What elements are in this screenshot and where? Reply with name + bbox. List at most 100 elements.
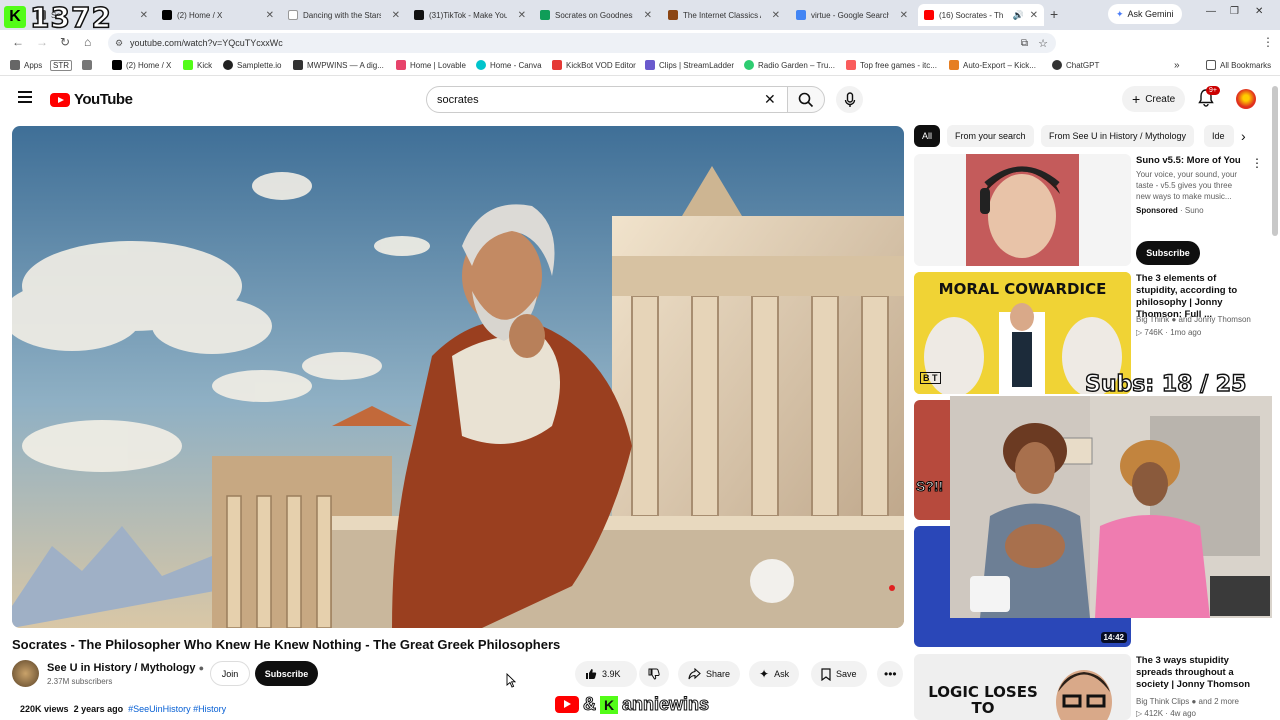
create-button[interactable]: + Create xyxy=(1122,86,1186,112)
account-avatar[interactable] xyxy=(1236,89,1256,109)
chip-ideas[interactable]: Ide xyxy=(1204,125,1234,147)
join-button[interactable]: Join xyxy=(210,661,250,686)
bookmark-chatgpt[interactable]: ChatGPT xyxy=(1052,60,1099,70)
bookmark-str[interactable]: STR xyxy=(50,60,72,71)
big-think-badge: B T xyxy=(920,372,941,384)
verified-check-icon: ● xyxy=(1191,697,1197,706)
search-input[interactable]: socrates xyxy=(426,86,788,113)
home-icon[interactable]: ⌂ xyxy=(84,35,91,49)
close-tab-icon[interactable]: ✕ xyxy=(140,10,148,21)
share-button[interactable]: Share xyxy=(678,661,741,687)
close-tab-icon[interactable]: ✕ xyxy=(392,10,400,21)
chip-from-your-search[interactable]: From your search xyxy=(947,125,1034,147)
forward-icon[interactable]: → xyxy=(36,35,48,49)
bookmark-kickbot[interactable]: KickBot VOD Editor xyxy=(552,60,636,70)
radio-garden-icon xyxy=(744,60,754,70)
browser-tab[interactable]: (2) Home / X ✕ xyxy=(156,4,280,26)
ask-button[interactable]: ✦ Ask xyxy=(749,661,800,687)
close-tab-icon[interactable]: ✕ xyxy=(1030,10,1038,21)
subscribe-button[interactable]: Subscribe xyxy=(255,661,318,686)
browser-tab[interactable]: virtue - Google Search ✕ xyxy=(790,4,914,26)
chatgpt-icon xyxy=(1052,60,1062,70)
youtube-logo[interactable]: YouTube xyxy=(50,91,133,108)
canva-icon xyxy=(476,60,486,70)
bookmark-star-icon[interactable]: ☆ xyxy=(1038,37,1048,50)
ask-gemini-button[interactable]: ✦ Ask Gemini xyxy=(1108,4,1182,24)
bookmark-mwpwins[interactable]: MWPWINS — A dig... xyxy=(293,60,384,70)
reload-icon[interactable]: ↻ xyxy=(60,35,70,49)
voice-search-button[interactable] xyxy=(836,86,863,113)
all-bookmarks[interactable]: All Bookmarks xyxy=(1206,60,1271,70)
video-title[interactable]: The 3 ways stupidity spreads throughout … xyxy=(1136,655,1260,691)
channel-line[interactable]: Big Think Clips ● and 2 more xyxy=(1136,696,1239,707)
browser-tab[interactable]: Socrates on Goodness ✕ xyxy=(534,4,658,26)
clear-search-icon[interactable]: ✕ xyxy=(764,91,776,108)
ad-subscribe-button[interactable]: Subscribe xyxy=(1136,241,1200,265)
duration-badge: 14:42 xyxy=(1100,632,1127,643)
views-line: ▷ 746K · 1mo ago xyxy=(1136,328,1202,337)
channel-avatar[interactable] xyxy=(12,660,39,687)
mouse-cursor-icon xyxy=(506,673,516,688)
video-player[interactable] xyxy=(12,126,904,628)
browser-tab[interactable]: (31)TikTok - Make Your ✕ xyxy=(408,4,532,26)
itch-icon xyxy=(846,60,856,70)
browser-menu-icon[interactable]: ⋮ xyxy=(1262,35,1274,49)
url-field[interactable]: ⚙ youtube.com/watch?v=YQcuTYcxxWc ⧉ ☆ xyxy=(108,33,1056,53)
ad-thumbnail[interactable] xyxy=(914,154,1131,266)
close-tab-icon[interactable]: ✕ xyxy=(900,10,908,21)
back-icon[interactable]: ← xyxy=(12,35,24,49)
bookmark-lovable[interactable]: Home | Lovable xyxy=(396,60,466,70)
search-button[interactable] xyxy=(787,86,825,113)
speaker-icon[interactable]: 🔊 xyxy=(1013,10,1024,21)
hashtags[interactable]: #SeeUinHistory #History xyxy=(128,704,226,714)
channel-line[interactable]: Big Think ● and Jonny Thomson xyxy=(1136,314,1251,325)
minimize-icon[interactable]: — xyxy=(1206,6,1216,17)
maximize-icon[interactable]: ❐ xyxy=(1230,6,1239,17)
bookmark-x[interactable]: (2) Home / X xyxy=(112,60,171,70)
save-button[interactable]: Save xyxy=(811,661,867,687)
new-tab-button[interactable]: + xyxy=(1050,6,1058,22)
browser-tab[interactable]: Dancing with the Stars ✕ xyxy=(282,4,406,26)
bookmark-grid[interactable] xyxy=(82,60,92,70)
thumbnail-text: S?!! xyxy=(915,478,944,495)
chip-all[interactable]: All xyxy=(914,125,941,147)
close-tab-icon[interactable]: ✕ xyxy=(518,10,526,21)
video-title: Socrates - The Philosopher Who Knew He K… xyxy=(12,637,561,652)
menu-hamburger-icon[interactable] xyxy=(18,91,32,103)
subscriber-count: 2.37M subscribers xyxy=(47,677,113,686)
close-tab-icon[interactable]: ✕ xyxy=(772,10,780,21)
channel-name-link[interactable]: See U in History / Mythology ● xyxy=(47,662,204,674)
more-bookmarks-icon[interactable]: » xyxy=(1174,60,1180,71)
dislike-button[interactable] xyxy=(639,661,669,687)
bookmark-kick[interactable]: Kick xyxy=(183,60,212,70)
install-app-icon[interactable]: ⧉ xyxy=(1021,38,1028,49)
close-tab-icon[interactable]: ✕ xyxy=(644,10,652,21)
bookmark-streamladder[interactable]: Clips | StreamLadder xyxy=(645,60,734,70)
kick-logo-icon: K xyxy=(600,695,618,714)
bookmark-radio-garden[interactable]: Radio Garden – Tru... xyxy=(744,60,835,70)
kick-logo-icon xyxy=(183,60,193,70)
ad-title[interactable]: Suno v5.5: More of You xyxy=(1136,155,1246,167)
play-small-icon: ▷ xyxy=(1136,328,1143,337)
more-options-icon[interactable]: ⋮ xyxy=(1251,156,1263,170)
bookmark-auto-export[interactable]: Auto-Export – Kick... xyxy=(949,60,1036,70)
auto-export-icon xyxy=(949,60,959,70)
bookmark-itch[interactable]: Top free games - itc... xyxy=(846,60,937,70)
more-actions-icon[interactable]: ••• xyxy=(877,661,903,687)
browser-tab-active[interactable]: (16) Socrates - The 🔊 ✕ xyxy=(918,4,1044,26)
page-scrollbar[interactable] xyxy=(1272,86,1278,236)
chevron-right-icon[interactable]: › xyxy=(1241,128,1246,144)
streamer-tag-overlay: & K anniewins xyxy=(555,694,710,715)
chip-from-channel[interactable]: From See U in History / Mythology xyxy=(1041,125,1195,147)
like-button[interactable]: 3.9K xyxy=(575,661,637,687)
bookmark-canva[interactable]: Home - Canva xyxy=(476,60,542,70)
site-info-icon[interactable]: ⚙ xyxy=(115,38,123,49)
close-window-icon[interactable]: ✕ xyxy=(1255,6,1263,17)
views-line: ▷ 412K · 4w ago xyxy=(1136,709,1196,718)
video-thumbnail[interactable]: LOGIC LOSES TO xyxy=(914,654,1131,720)
bookmark-apps[interactable]: Apps xyxy=(10,60,42,70)
browser-tab[interactable]: The Internet Classics Archive✕ xyxy=(662,4,786,26)
video-description[interactable]: 220K views 2 years ago #SeeUinHistory #H… xyxy=(20,704,226,714)
close-tab-icon[interactable]: ✕ xyxy=(266,10,274,21)
bookmark-samplette[interactable]: Samplette.io xyxy=(223,60,281,70)
